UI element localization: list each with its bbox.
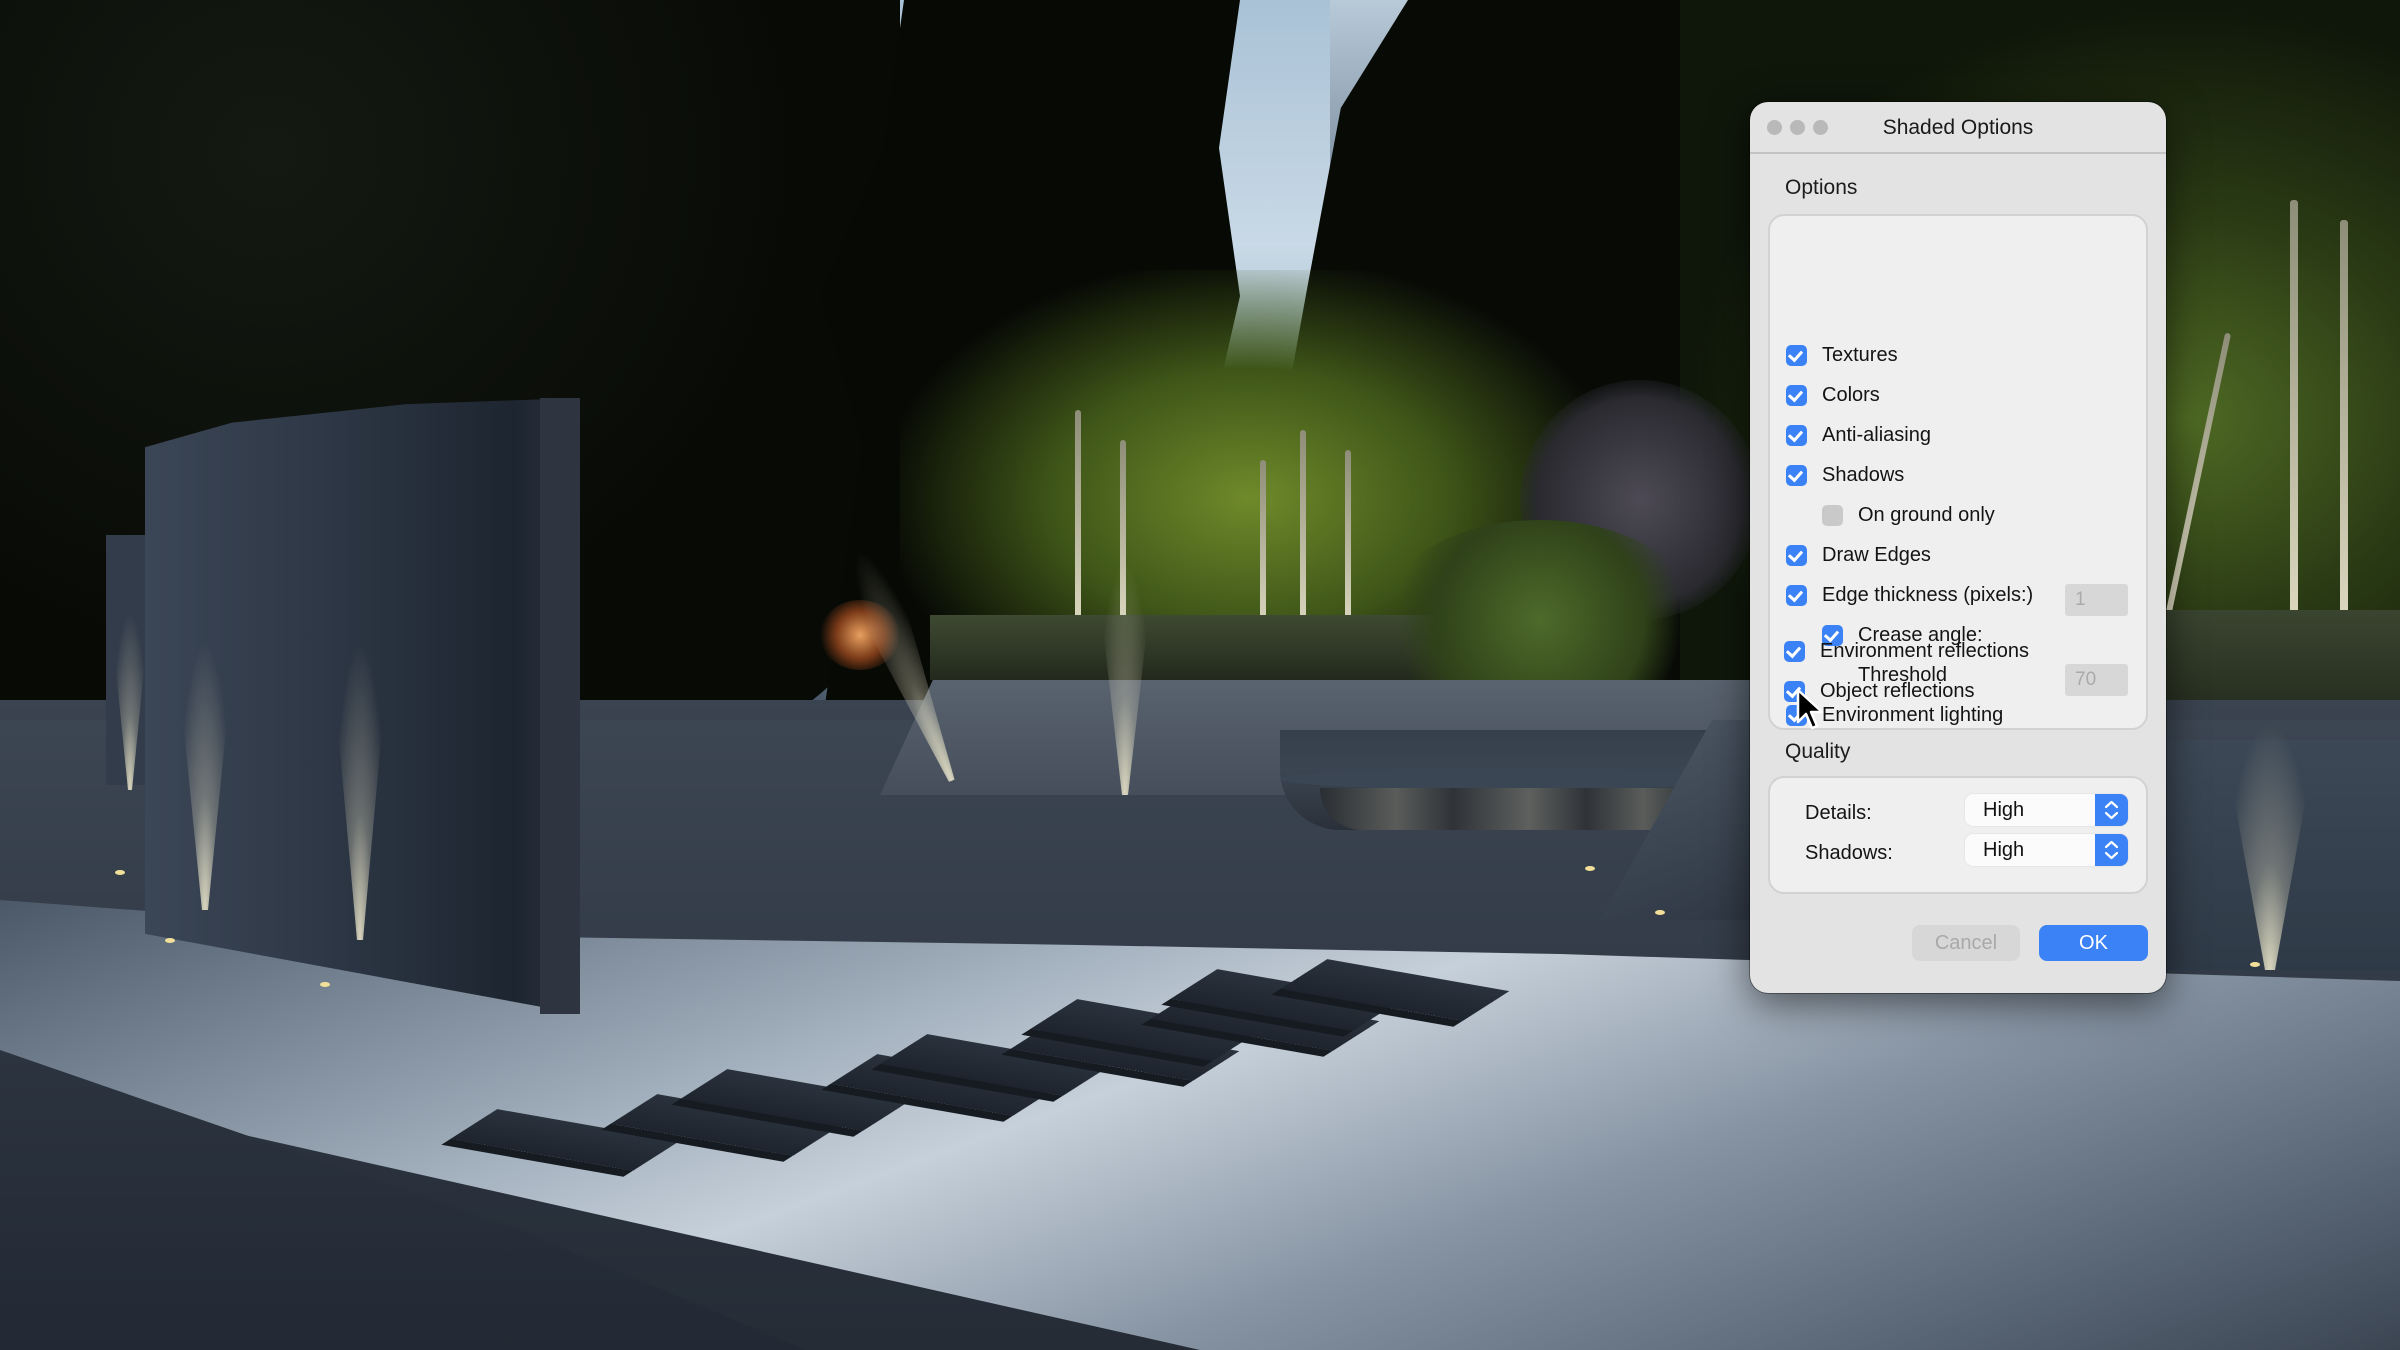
textures-checkbox[interactable] [1786,344,1807,366]
edge-thickness-option[interactable]: Edge thickness (pixels:) [1786,581,2033,609]
ground-light [165,938,175,943]
details-stepper[interactable] [2095,794,2128,826]
ground-light [2250,962,2260,967]
birch-trunk [2340,220,2348,620]
ok-button[interactable]: OK [2039,925,2148,961]
anti-aliasing-label: Anti-aliasing [1822,423,1931,446]
textures-label: Textures [1822,343,1898,366]
birch-trunk [1075,410,1081,625]
shadows-quality-select[interactable]: High [1965,834,2128,866]
environment-reflections-checkbox[interactable] [1784,640,1805,662]
environment-lighting-label: Environment lighting [1822,703,2004,726]
shadows-quality-label: Shadows: [1805,842,1893,864]
birch-trunk [2290,200,2298,620]
chevron-up-down-icon [2104,800,2119,820]
bench-underlights [1320,788,1700,830]
edge-thickness-label: Edge thickness (pixels:) [1822,583,2034,606]
colors-label: Colors [1822,383,1880,406]
cancel-button[interactable]: Cancel [1912,925,2020,961]
shaded-options-dialog: Shaded Options Options Textures Colors A… [1750,102,2166,993]
on-ground-only-checkbox[interactable] [1822,504,1843,526]
draw-edges-checkbox[interactable] [1786,544,1807,566]
edge-thickness-checkbox[interactable] [1786,584,1807,606]
shadows-stepper[interactable] [2095,834,2128,866]
textures-option[interactable]: Textures [1786,341,1898,369]
anti-aliasing-option[interactable]: Anti-aliasing [1786,421,1931,449]
shadows-select-value: High [1983,839,2025,861]
on-ground-only-option[interactable]: On ground only [1822,501,1995,529]
shadows-checkbox[interactable] [1786,464,1807,486]
bench-seat [1280,768,1740,790]
ground-light [1585,866,1595,871]
on-ground-only-label: On ground only [1858,503,1995,526]
chevron-up-down-icon [2104,840,2119,860]
edge-thickness-field[interactable]: 1 [2065,584,2128,616]
colors-checkbox[interactable] [1786,384,1807,406]
details-select[interactable]: High [1965,794,2128,826]
threshold-field[interactable]: 70 [2065,664,2128,696]
draw-edges-option[interactable]: Draw Edges [1786,541,1931,569]
title-bar[interactable]: Shaded Options [1750,102,2166,154]
dialog-title: Shaded Options [1882,116,2034,139]
wall-edge [540,398,580,1014]
anti-aliasing-checkbox[interactable] [1786,424,1807,446]
quality-group: Details: High Shadows: High [1768,776,2148,894]
options-section-label: Options [1785,176,1858,199]
shadows-option[interactable]: Shadows [1786,461,1904,489]
birch-trunk [1300,430,1306,630]
environment-reflections-option[interactable]: Environment reflections [1784,637,2029,665]
details-select-value: High [1983,799,2025,821]
ground-light [115,870,125,875]
colors-option[interactable]: Colors [1786,381,1880,409]
environment-reflections-label: Environment reflections [1820,639,2029,662]
ground-light [320,982,330,987]
details-label: Details: [1805,802,1872,824]
quality-section-label: Quality [1785,740,1851,763]
shadows-label: Shadows [1822,463,1905,486]
ground-light [1655,910,1665,915]
draw-edges-label: Draw Edges [1822,543,1931,566]
birch-trunk [1260,460,1266,630]
birch-trunk [1345,450,1351,630]
mouse-cursor-icon [1796,688,1824,730]
object-reflections-label: Object reflections [1820,679,1975,702]
